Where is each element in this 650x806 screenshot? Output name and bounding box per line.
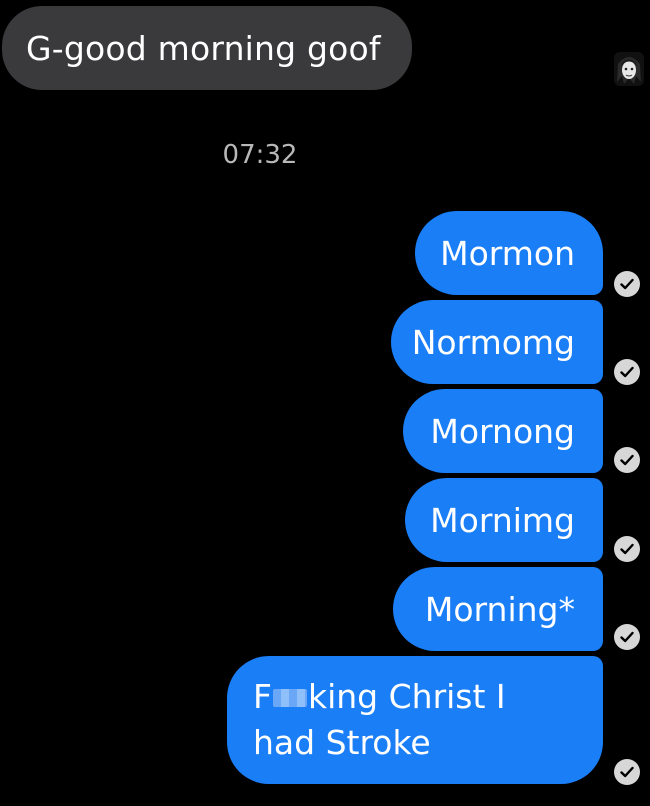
read-check-icon	[614, 536, 640, 562]
incoming-message-text: G-good morning goof	[26, 28, 381, 68]
outgoing-message-bubble[interactable]: Mornong	[403, 389, 603, 473]
contact-avatar[interactable]	[614, 52, 644, 86]
read-check-icon	[614, 624, 640, 650]
censor-pixelation	[272, 689, 307, 708]
outgoing-message-text: Morning*	[424, 589, 575, 629]
read-check-icon	[614, 447, 640, 473]
outgoing-message-bubble[interactable]: Morning*	[393, 567, 603, 651]
outgoing-message-bubble[interactable]: Mornimg	[405, 478, 603, 562]
read-check-icon	[614, 759, 640, 785]
chat-thread: G-good morning goof 07:32 Mormon Normomg…	[0, 0, 650, 806]
outgoing-message-bubble[interactable]: Fking Christ I had Stroke	[227, 656, 603, 784]
incoming-message-bubble[interactable]: G-good morning goof	[2, 6, 412, 90]
outgoing-message-text: Mormon	[440, 233, 575, 273]
avatar-image	[614, 52, 644, 86]
outgoing-message-text: Normomg	[411, 322, 575, 362]
outgoing-message-text: Mornimg	[430, 500, 575, 540]
outgoing-message-text: Fking Christ I had Stroke	[253, 674, 575, 766]
message-text-prefix: F	[253, 676, 272, 716]
read-check-icon	[614, 271, 640, 297]
outgoing-message-bubble[interactable]: Mormon	[415, 211, 603, 295]
read-check-icon	[614, 359, 640, 385]
outgoing-message-bubble[interactable]: Normomg	[391, 300, 603, 384]
outgoing-message-text: Mornong	[430, 411, 575, 451]
message-timestamp: 07:32	[222, 140, 298, 170]
